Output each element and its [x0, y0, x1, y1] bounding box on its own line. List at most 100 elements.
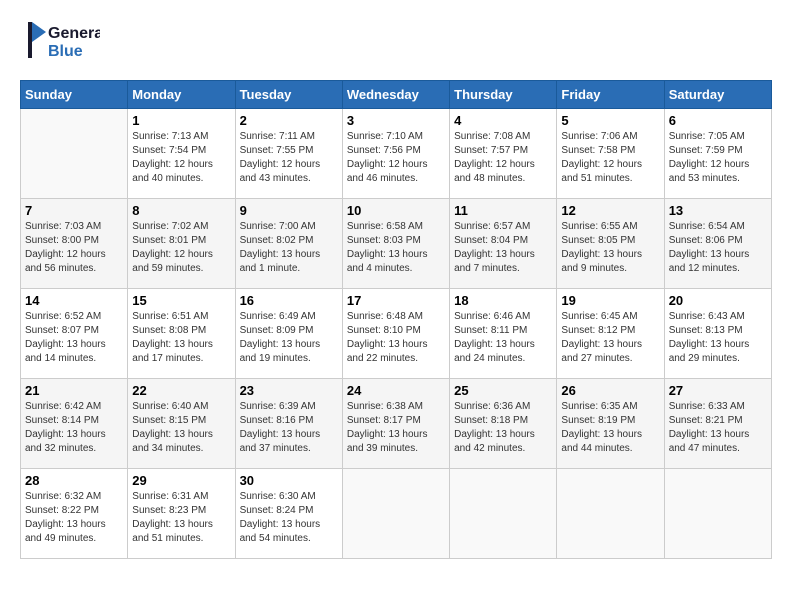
day-number: 10	[347, 203, 445, 218]
day-info: Sunrise: 6:45 AM Sunset: 8:12 PM Dayligh…	[561, 310, 659, 366]
calendar-cell: 19 Sunrise: 6:45 AM Sunset: 8:12 PM Dayli…	[557, 289, 664, 379]
day-number: 28	[25, 473, 123, 488]
calendar-cell: 29 Sunrise: 6:31 AM Sunset: 8:23 PM Dayli…	[128, 469, 235, 559]
calendar-cell: 10 Sunrise: 6:58 AM Sunset: 8:03 PM Dayli…	[342, 199, 449, 289]
svg-text:Blue: Blue	[48, 43, 83, 60]
day-number: 30	[240, 473, 338, 488]
day-info: Sunrise: 7:08 AM Sunset: 7:57 PM Dayligh…	[454, 130, 552, 186]
day-info: Sunrise: 6:54 AM Sunset: 8:06 PM Dayligh…	[669, 220, 767, 276]
day-header-saturday: Saturday	[664, 81, 771, 109]
day-number: 18	[454, 293, 552, 308]
calendar-table: SundayMondayTuesdayWednesdayThursdayFrid…	[20, 80, 772, 559]
calendar-cell: 1 Sunrise: 7:13 AM Sunset: 7:54 PM Daylig…	[128, 109, 235, 199]
day-header-friday: Friday	[557, 81, 664, 109]
calendar-cell	[342, 469, 449, 559]
day-info: Sunrise: 7:03 AM Sunset: 8:00 PM Dayligh…	[25, 220, 123, 276]
day-number: 26	[561, 383, 659, 398]
calendar-week-row: 14 Sunrise: 6:52 AM Sunset: 8:07 PM Dayli…	[21, 289, 772, 379]
calendar-cell: 13 Sunrise: 6:54 AM Sunset: 8:06 PM Dayli…	[664, 199, 771, 289]
day-number: 8	[132, 203, 230, 218]
day-info: Sunrise: 6:58 AM Sunset: 8:03 PM Dayligh…	[347, 220, 445, 276]
day-number: 5	[561, 113, 659, 128]
day-info: Sunrise: 7:06 AM Sunset: 7:58 PM Dayligh…	[561, 130, 659, 186]
calendar-cell: 27 Sunrise: 6:33 AM Sunset: 8:21 PM Dayli…	[664, 379, 771, 469]
calendar-cell: 16 Sunrise: 6:49 AM Sunset: 8:09 PM Dayli…	[235, 289, 342, 379]
calendar-cell: 7Sunrise: 7:03 AM Sunset: 8:00 PM Daylig…	[21, 199, 128, 289]
day-number: 15	[132, 293, 230, 308]
day-number: 22	[132, 383, 230, 398]
day-number: 19	[561, 293, 659, 308]
day-number: 29	[132, 473, 230, 488]
calendar-cell: 23Sunrise: 6:39 AM Sunset: 8:16 PM Dayli…	[235, 379, 342, 469]
calendar-cell	[450, 469, 557, 559]
day-header-thursday: Thursday	[450, 81, 557, 109]
day-info: Sunrise: 6:49 AM Sunset: 8:09 PM Dayligh…	[240, 310, 338, 366]
day-number: 27	[669, 383, 767, 398]
day-number: 23	[240, 383, 338, 398]
calendar-cell: 9 Sunrise: 7:00 AM Sunset: 8:02 PM Daylig…	[235, 199, 342, 289]
day-info: Sunrise: 7:02 AM Sunset: 8:01 PM Dayligh…	[132, 220, 230, 276]
calendar-cell	[664, 469, 771, 559]
day-number: 9	[240, 203, 338, 218]
day-header-tuesday: Tuesday	[235, 81, 342, 109]
svg-text:General: General	[48, 25, 100, 42]
day-number: 2	[240, 113, 338, 128]
calendar-cell: 25Sunrise: 6:36 AM Sunset: 8:18 PM Dayli…	[450, 379, 557, 469]
day-info: Sunrise: 6:43 AM Sunset: 8:13 PM Dayligh…	[669, 310, 767, 366]
calendar-cell: 18 Sunrise: 6:46 AM Sunset: 8:11 PM Dayli…	[450, 289, 557, 379]
day-header-monday: Monday	[128, 81, 235, 109]
calendar-cell: 4 Sunrise: 7:08 AM Sunset: 7:57 PM Daylig…	[450, 109, 557, 199]
day-info: Sunrise: 7:00 AM Sunset: 8:02 PM Dayligh…	[240, 220, 338, 276]
calendar-cell: 26 Sunrise: 6:35 AM Sunset: 8:19 PM Dayli…	[557, 379, 664, 469]
day-number: 14	[25, 293, 123, 308]
calendar-cell: 12 Sunrise: 6:55 AM Sunset: 8:05 PM Dayli…	[557, 199, 664, 289]
calendar-week-row: 28 Sunrise: 6:32 AM Sunset: 8:22 PM Dayli…	[21, 469, 772, 559]
logo: GeneralBlue	[20, 20, 100, 64]
day-info: Sunrise: 6:52 AM Sunset: 8:07 PM Dayligh…	[25, 310, 123, 366]
day-number: 12	[561, 203, 659, 218]
day-info: Sunrise: 6:57 AM Sunset: 8:04 PM Dayligh…	[454, 220, 552, 276]
day-info: Sunrise: 6:31 AM Sunset: 8:23 PM Dayligh…	[132, 490, 230, 546]
calendar-cell: 17 Sunrise: 6:48 AM Sunset: 8:10 PM Dayli…	[342, 289, 449, 379]
calendar-cell	[21, 109, 128, 199]
day-info: Sunrise: 6:40 AM Sunset: 8:15 PM Dayligh…	[132, 400, 230, 456]
day-number: 11	[454, 203, 552, 218]
day-info: Sunrise: 6:35 AM Sunset: 8:19 PM Dayligh…	[561, 400, 659, 456]
day-header-wednesday: Wednesday	[342, 81, 449, 109]
day-info: Sunrise: 7:11 AM Sunset: 7:55 PM Dayligh…	[240, 130, 338, 186]
calendar-cell: 5 Sunrise: 7:06 AM Sunset: 7:58 PM Daylig…	[557, 109, 664, 199]
day-info: Sunrise: 7:13 AM Sunset: 7:54 PM Dayligh…	[132, 130, 230, 186]
calendar-cell: 6 Sunrise: 7:05 AM Sunset: 7:59 PM Daylig…	[664, 109, 771, 199]
day-info: Sunrise: 6:46 AM Sunset: 8:11 PM Dayligh…	[454, 310, 552, 366]
calendar-week-row: 7Sunrise: 7:03 AM Sunset: 8:00 PM Daylig…	[21, 199, 772, 289]
day-info: Sunrise: 6:42 AM Sunset: 8:14 PM Dayligh…	[25, 400, 123, 456]
day-info: Sunrise: 6:55 AM Sunset: 8:05 PM Dayligh…	[561, 220, 659, 276]
calendar-cell: 2 Sunrise: 7:11 AM Sunset: 7:55 PM Daylig…	[235, 109, 342, 199]
calendar-cell: 8 Sunrise: 7:02 AM Sunset: 8:01 PM Daylig…	[128, 199, 235, 289]
calendar-cell	[557, 469, 664, 559]
day-number: 24	[347, 383, 445, 398]
day-number: 4	[454, 113, 552, 128]
day-number: 13	[669, 203, 767, 218]
day-number: 17	[347, 293, 445, 308]
day-info: Sunrise: 7:10 AM Sunset: 7:56 PM Dayligh…	[347, 130, 445, 186]
day-info: Sunrise: 6:36 AM Sunset: 8:18 PM Dayligh…	[454, 400, 552, 456]
day-info: Sunrise: 6:30 AM Sunset: 8:24 PM Dayligh…	[240, 490, 338, 546]
day-info: Sunrise: 6:51 AM Sunset: 8:08 PM Dayligh…	[132, 310, 230, 366]
day-info: Sunrise: 6:48 AM Sunset: 8:10 PM Dayligh…	[347, 310, 445, 366]
calendar-cell: 21 Sunrise: 6:42 AM Sunset: 8:14 PM Dayli…	[21, 379, 128, 469]
day-number: 21	[25, 383, 123, 398]
calendar-week-row: 21 Sunrise: 6:42 AM Sunset: 8:14 PM Dayli…	[21, 379, 772, 469]
page-header: GeneralBlue	[20, 20, 772, 64]
day-info: Sunrise: 6:32 AM Sunset: 8:22 PM Dayligh…	[25, 490, 123, 546]
day-number: 6	[669, 113, 767, 128]
calendar-week-row: 1 Sunrise: 7:13 AM Sunset: 7:54 PM Daylig…	[21, 109, 772, 199]
calendar-cell: 30 Sunrise: 6:30 AM Sunset: 8:24 PM Dayli…	[235, 469, 342, 559]
day-info: Sunrise: 6:33 AM Sunset: 8:21 PM Dayligh…	[669, 400, 767, 456]
day-number: 1	[132, 113, 230, 128]
calendar-header-row: SundayMondayTuesdayWednesdayThursdayFrid…	[21, 81, 772, 109]
logo-svg: GeneralBlue	[20, 20, 100, 64]
day-number: 16	[240, 293, 338, 308]
calendar-cell: 15 Sunrise: 6:51 AM Sunset: 8:08 PM Dayli…	[128, 289, 235, 379]
day-info: Sunrise: 7:05 AM Sunset: 7:59 PM Dayligh…	[669, 130, 767, 186]
